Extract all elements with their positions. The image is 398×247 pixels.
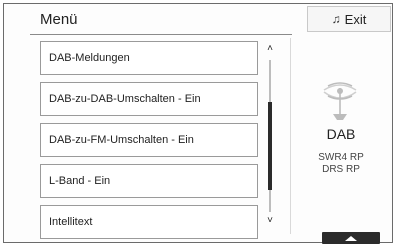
music-note-icon: ♫	[331, 12, 341, 26]
exit-button-label: Exit	[344, 11, 367, 27]
chevron-up-icon	[345, 235, 357, 241]
station-line-2: DRS RP	[322, 164, 360, 175]
station-line-1: SWR4 RP	[318, 152, 364, 163]
side-divider	[290, 38, 291, 234]
header: Menü	[30, 7, 290, 33]
menu-item-label: DAB-Meldungen	[49, 52, 130, 64]
scroll-down-arrow-icon[interactable]: ˅	[264, 216, 276, 226]
menu-item-intellitext[interactable]: Intellitext	[40, 205, 258, 239]
menu-item-dab-zu-dab[interactable]: DAB-zu-DAB-Umschalten - Ein	[40, 82, 258, 116]
page-title: Menü	[40, 11, 78, 28]
scrollbar[interactable]: ˄ ˅	[264, 44, 276, 226]
source-label: DAB	[326, 126, 356, 142]
menu-item-label: DAB-zu-DAB-Umschalten - Ein	[49, 93, 201, 105]
source-panel: DAB SWR4 RP DRS RP	[292, 60, 390, 200]
menu-item-dab-zu-fm[interactable]: DAB-zu-FM-Umschalten - Ein	[40, 123, 258, 157]
header-divider	[30, 34, 292, 35]
menu-item-label: DAB-zu-FM-Umschalten - Ein	[49, 134, 194, 146]
menu-item-dab-meldungen[interactable]: DAB-Meldungen	[40, 41, 258, 75]
scroll-up-arrow-icon[interactable]: ˄	[264, 44, 276, 54]
scroll-thumb[interactable]	[268, 102, 272, 190]
menu-item-l-band[interactable]: L-Band - Ein	[40, 164, 258, 198]
expand-up-tab[interactable]	[322, 232, 380, 244]
menu-item-label: Intellitext	[49, 216, 93, 228]
dab-antenna-icon	[323, 82, 357, 120]
menu-item-label: L-Band - Ein	[49, 175, 111, 187]
exit-button[interactable]: ♫ Exit	[307, 6, 391, 32]
